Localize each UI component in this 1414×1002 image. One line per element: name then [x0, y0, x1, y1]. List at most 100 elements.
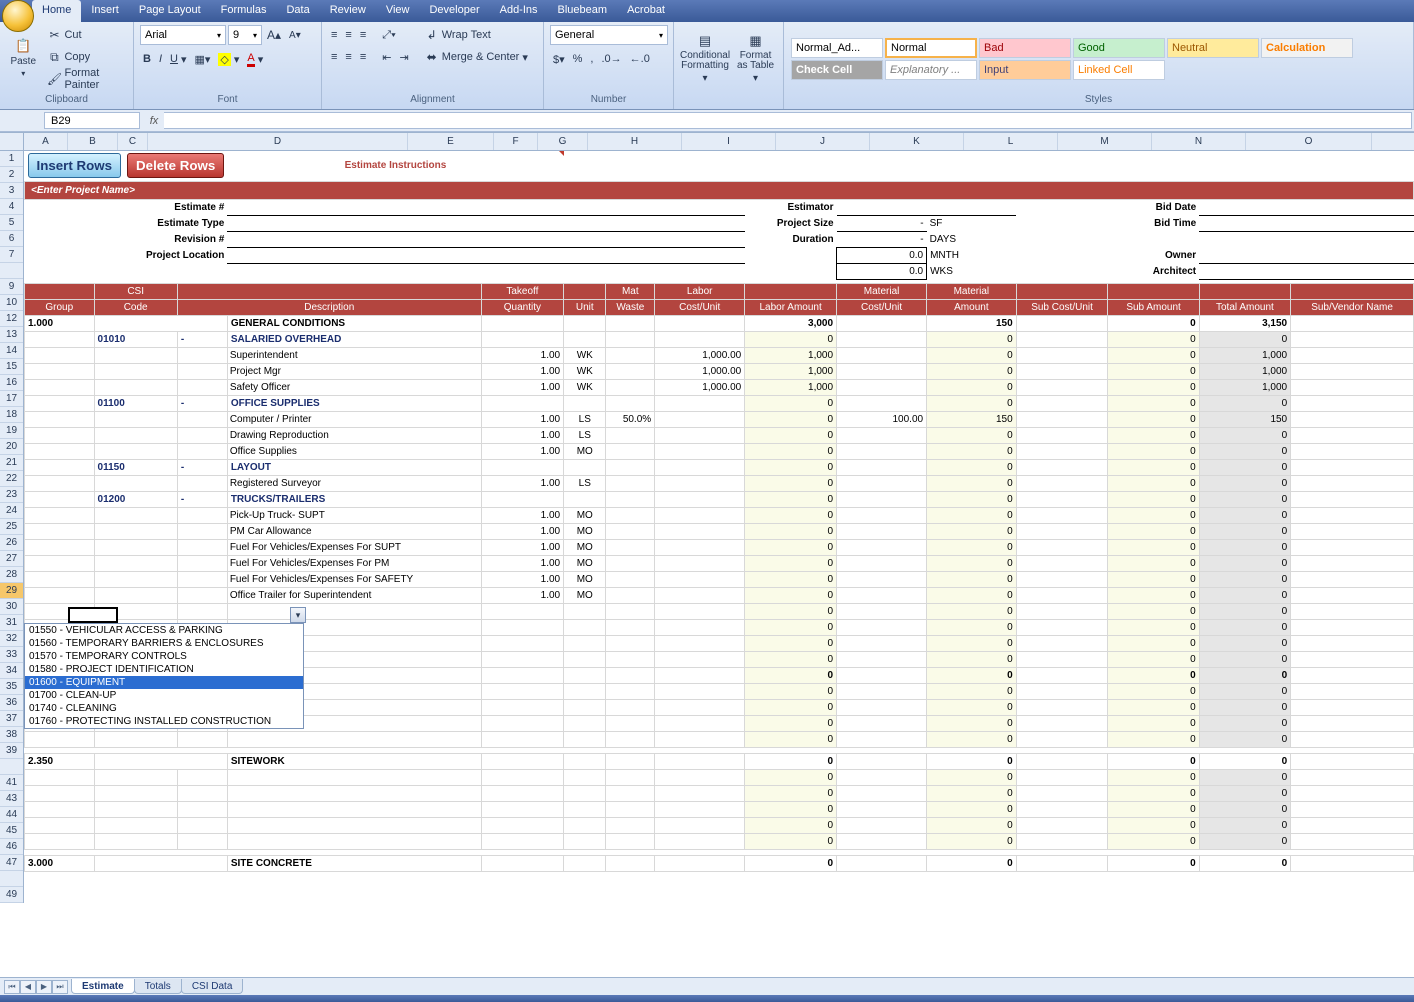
font-color-button[interactable]: A▾: [244, 49, 266, 69]
cell-style-input[interactable]: Input: [979, 60, 1071, 80]
row-header[interactable]: 13: [0, 327, 23, 343]
percent-button[interactable]: %: [570, 49, 586, 69]
tab-add-ins[interactable]: Add-Ins: [490, 0, 548, 22]
tab-view[interactable]: View: [376, 0, 420, 22]
sheet-tab-totals[interactable]: Totals: [134, 979, 182, 994]
sheet-tab-csi-data[interactable]: CSI Data: [181, 979, 244, 994]
col-header-H[interactable]: H: [588, 133, 682, 150]
row-header[interactable]: 26: [0, 535, 23, 551]
tab-nav-next[interactable]: ▶: [36, 980, 52, 994]
tab-formulas[interactable]: Formulas: [211, 0, 277, 22]
col-header-K[interactable]: K: [870, 133, 964, 150]
row-header[interactable]: 47: [0, 855, 23, 871]
cut-button[interactable]: ✂Cut: [44, 25, 127, 45]
tab-nav-first[interactable]: ⏮: [4, 980, 20, 994]
row-header[interactable]: 23: [0, 487, 23, 503]
cell-style-explanatory-[interactable]: Explanatory ...: [885, 60, 977, 80]
align-bottom-button[interactable]: ≡: [357, 25, 369, 45]
dropdown-option[interactable]: 01700 - CLEAN-UP: [25, 689, 303, 702]
align-left-button[interactable]: ≡: [328, 47, 340, 67]
row-header[interactable]: 25: [0, 519, 23, 535]
row-header[interactable]: 43: [0, 791, 23, 807]
dropdown-option[interactable]: 01560 - TEMPORARY BARRIERS & ENCLOSURES: [25, 637, 303, 650]
cell-styles-gallery[interactable]: Normal_Ad...NormalBadGoodNeutralCalculat…: [790, 37, 1370, 81]
cell-style-neutral[interactable]: Neutral: [1167, 38, 1259, 58]
dropdown-option[interactable]: 01550 - VEHICULAR ACCESS & PARKING: [25, 624, 303, 637]
col-header-O[interactable]: O: [1246, 133, 1372, 150]
column-headers[interactable]: ABCDEFGHIJKLMNO: [24, 133, 1414, 151]
row-header[interactable]: 31: [0, 615, 23, 631]
italic-button[interactable]: I: [156, 49, 165, 69]
row-header[interactable]: 32: [0, 631, 23, 647]
sheet-tab-estimate[interactable]: Estimate: [71, 979, 135, 994]
col-header-N[interactable]: N: [1152, 133, 1246, 150]
underline-button[interactable]: U▾: [167, 49, 189, 69]
row-header[interactable]: [0, 263, 23, 279]
col-header-L[interactable]: L: [964, 133, 1058, 150]
cell-style-check-cell[interactable]: Check Cell: [791, 60, 883, 80]
tab-nav-prev[interactable]: ◀: [20, 980, 36, 994]
grow-font-button[interactable]: A▴: [264, 25, 284, 45]
select-all-corner[interactable]: [0, 133, 24, 151]
row-header[interactable]: 27: [0, 551, 23, 567]
row-header[interactable]: 14: [0, 343, 23, 359]
col-header-G[interactable]: G: [538, 133, 588, 150]
row-header[interactable]: 15: [0, 359, 23, 375]
row-header[interactable]: 34: [0, 663, 23, 679]
row-header[interactable]: 9: [0, 279, 23, 295]
conditional-formatting-button[interactable]: ▤ Conditional Formatting▾: [680, 25, 730, 91]
bold-button[interactable]: B: [140, 49, 154, 69]
sheet-cells[interactable]: Insert RowsDelete RowsEstimate Instructi…: [24, 151, 1414, 872]
row-header[interactable]: 7: [0, 247, 23, 263]
row-header[interactable]: 5: [0, 215, 23, 231]
increase-indent-button[interactable]: ⇥: [396, 47, 411, 67]
dropdown-option[interactable]: 01600 - EQUIPMENT: [25, 676, 303, 689]
delete-rows-button[interactable]: Delete Rows: [127, 153, 224, 178]
comma-button[interactable]: ,: [587, 49, 596, 69]
row-header[interactable]: 35: [0, 679, 23, 695]
cell-dropdown-arrow[interactable]: ▾: [290, 607, 306, 623]
row-header[interactable]: 1: [0, 151, 23, 167]
dropdown-option[interactable]: 01760 - PROTECTING INSTALLED CONSTRUCTIO…: [25, 715, 303, 728]
row-headers[interactable]: 1234567910121314151617181920212223242526…: [0, 151, 24, 903]
align-top-button[interactable]: ≡: [328, 25, 340, 45]
tab-page-layout[interactable]: Page Layout: [129, 0, 211, 22]
tab-review[interactable]: Review: [320, 0, 376, 22]
increase-decimal-button[interactable]: .0→: [598, 49, 624, 69]
row-header[interactable]: 36: [0, 695, 23, 711]
col-header-E[interactable]: E: [408, 133, 494, 150]
row-header[interactable]: 33: [0, 647, 23, 663]
col-header-A[interactable]: A: [24, 133, 68, 150]
tab-data[interactable]: Data: [276, 0, 319, 22]
col-header-J[interactable]: J: [776, 133, 870, 150]
cell-style-linked-cell[interactable]: Linked Cell: [1073, 60, 1165, 80]
align-middle-button[interactable]: ≡: [342, 25, 354, 45]
font-size-combo[interactable]: 9▾: [228, 25, 262, 45]
office-button[interactable]: [2, 0, 34, 32]
formula-input[interactable]: [164, 112, 1412, 129]
align-right-button[interactable]: ≡: [357, 47, 369, 67]
shrink-font-button[interactable]: A▾: [286, 25, 304, 45]
row-header[interactable]: 41: [0, 775, 23, 791]
cell-style-calculation[interactable]: Calculation: [1261, 38, 1353, 58]
row-header[interactable]: 12: [0, 311, 23, 327]
row-header[interactable]: 3: [0, 183, 23, 199]
cell-style-bad[interactable]: Bad: [979, 38, 1071, 58]
fill-color-button[interactable]: ◇▾: [215, 49, 242, 69]
dropdown-option[interactable]: 01570 - TEMPORARY CONTROLS: [25, 650, 303, 663]
row-header[interactable]: 16: [0, 375, 23, 391]
row-header[interactable]: 21: [0, 455, 23, 471]
tab-home[interactable]: Home: [32, 0, 81, 22]
cell-dropdown-list[interactable]: 01550 - VEHICULAR ACCESS & PARKING01560 …: [24, 623, 304, 729]
row-header[interactable]: 29: [0, 583, 23, 599]
row-header[interactable]: 20: [0, 439, 23, 455]
col-header-M[interactable]: M: [1058, 133, 1152, 150]
orientation-button[interactable]: ⤢▾: [379, 25, 398, 45]
decrease-decimal-button[interactable]: ←.0: [627, 49, 653, 69]
row-header[interactable]: 49: [0, 887, 23, 903]
col-header-D[interactable]: D: [148, 133, 408, 150]
row-header[interactable]: 17: [0, 391, 23, 407]
wrap-text-button[interactable]: ↲Wrap Text: [422, 25, 531, 45]
row-header[interactable]: 22: [0, 471, 23, 487]
row-header[interactable]: 37: [0, 711, 23, 727]
